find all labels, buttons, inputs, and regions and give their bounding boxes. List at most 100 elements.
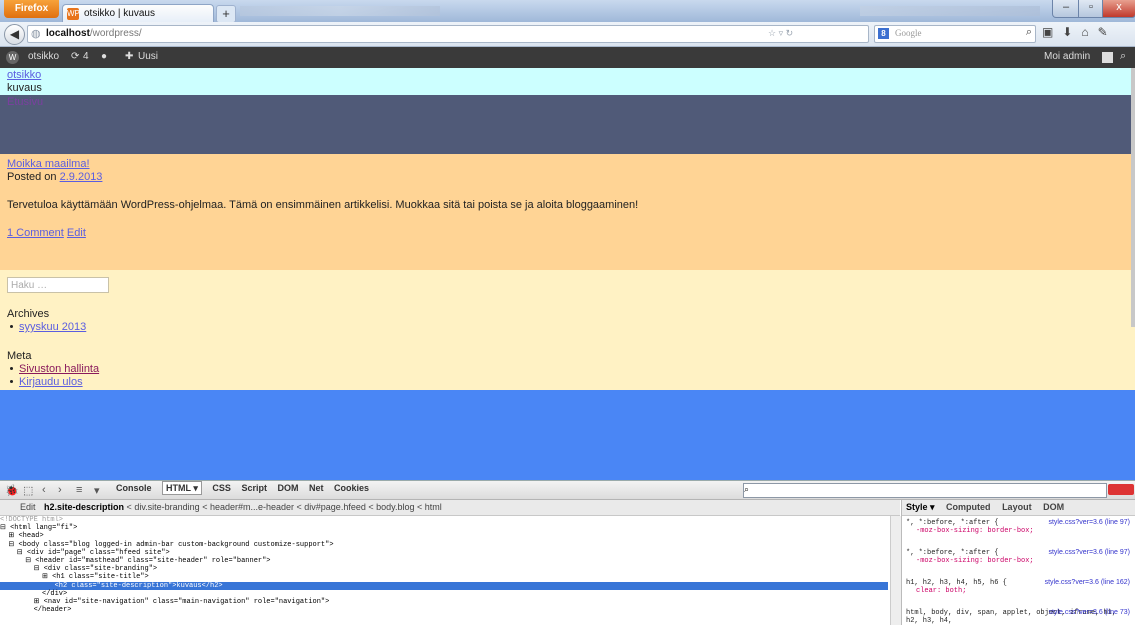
search-input[interactable]: Haku … [7, 277, 109, 293]
tab-dom-side[interactable]: DOM [1043, 502, 1064, 512]
tab-net[interactable]: Net [309, 483, 324, 493]
html-tree-line[interactable]: ⊟ <body class="blog logged-in admin-bar … [0, 541, 890, 549]
bookmark-star-icon[interactable]: ☆ ▿ ↻ [768, 28, 793, 39]
nav-item-etusivu[interactable]: Etusivu [7, 96, 43, 108]
firebug-search-input[interactable]: ⌕ [743, 483, 1107, 498]
toolbar-icons[interactable]: ▣⬇⌂✎ [1042, 25, 1117, 39]
html-tree-line[interactable]: ⊟ <div class="site-branding"> [0, 565, 890, 573]
breadcrumb-item[interactable]: header#m...e-header [210, 502, 294, 512]
css-rule[interactable]: *, *:before, *:after { -moz-box-sizing: … [902, 546, 1135, 576]
wordpress-favicon-icon: WP [67, 8, 80, 20]
search-icon[interactable]: ⌕ [1026, 26, 1032, 39]
html-tree-line[interactable]: ⊞ <nav id="site-navigation" class="main-… [0, 598, 890, 606]
html-tree-line-selected[interactable]: <h2 class="site-description">kuvaus</h2> [0, 581, 888, 590]
site-footer [0, 390, 1135, 480]
breadcrumb-item[interactable]: div#page.hfeed [304, 502, 366, 512]
url-path: /wordpress/ [89, 28, 142, 39]
minimize-button[interactable]: – [1052, 0, 1080, 18]
breadcrumb-item[interactable]: div.site-branding [134, 502, 199, 512]
comments-link[interactable]: 1 Comment [7, 227, 64, 239]
html-tree-line[interactable]: ⊞ <h1 class="site-title"> [0, 573, 890, 581]
html-tree-line[interactable]: </div> [0, 590, 890, 598]
menu-icon[interactable]: ≡ [76, 484, 82, 496]
meta-list: Sivuston hallinta Kirjaudu ulos [10, 363, 99, 389]
breadcrumb-item[interactable]: body.blog [376, 502, 414, 512]
tab-style[interactable]: Style ▾ [906, 502, 935, 512]
tab-script[interactable]: Script [241, 483, 267, 493]
css-source-link[interactable]: style.css?ver=3.6 (line 162) [1045, 579, 1130, 587]
new-content-link[interactable]: Uusi [138, 51, 158, 62]
list-item: Sivuston hallinta [10, 363, 99, 376]
archives-heading: Archives [7, 308, 50, 320]
plus-icon[interactable]: ✚ [125, 51, 133, 62]
post-date-link[interactable]: 2.9.2013 [60, 171, 103, 183]
html-tree-line[interactable]: ⊟ <header id="masthead" class="site-head… [0, 557, 890, 565]
tab-html[interactable]: HTML ▾ [162, 481, 202, 495]
inspect-icon[interactable]: ⬚ [23, 484, 33, 497]
edit-link[interactable]: Edit [67, 227, 86, 239]
updates-count[interactable]: 4 [83, 51, 89, 62]
tab-otsikko[interactable]: WP otsikko | kuvaus [62, 4, 214, 23]
archive-link[interactable]: syyskuu 2013 [19, 321, 86, 333]
url-bar[interactable]: ◍ localhost/wordpress/ ☆ ▿ ↻ [27, 25, 869, 43]
firebug-icon[interactable]: 🐞 [5, 484, 19, 497]
forward-arrow-icon[interactable]: › [58, 484, 62, 496]
css-property[interactable]: -moz-box-sizing: border-box; [906, 557, 1132, 565]
css-rule[interactable]: *, *:before, *:after { -moz-box-sizing: … [902, 516, 1135, 546]
css-rule[interactable]: h1, h2, h3, h4, h5, h6 { clear: both; st… [902, 576, 1135, 606]
tab-layout[interactable]: Layout [1002, 502, 1032, 512]
css-source-link[interactable]: style.css?ver=3.6 (line 97) [1048, 549, 1130, 557]
wordpress-logo-icon[interactable]: W [6, 51, 19, 64]
comments-icon[interactable]: ● [101, 51, 107, 62]
blurred-toolbar-area [240, 6, 440, 16]
css-source-link[interactable]: style.css?ver=3.6 (line 97) [1048, 519, 1130, 527]
url-host: localhost [46, 28, 90, 39]
list-item: syyskuu 2013 [10, 321, 86, 334]
dashboard-link[interactable]: Sivuston hallinta [19, 363, 99, 375]
html-tree-scrollbar[interactable] [890, 516, 901, 625]
post-title-link[interactable]: Moikka maailma! [7, 158, 90, 170]
firefox-menu-button[interactable]: Firefox [4, 0, 59, 18]
dropdown-icon[interactable]: ▾ [94, 484, 100, 497]
maximize-button[interactable]: ▫ [1078, 0, 1104, 18]
tab-title: otsikko | kuvaus [84, 8, 155, 19]
html-tree-line[interactable]: <!DOCTYPE html> [0, 516, 890, 524]
html-tree-line[interactable]: </header> [0, 606, 890, 614]
search-bar[interactable]: 8 Google ⌕ [874, 25, 1036, 43]
avatar[interactable] [1102, 52, 1113, 63]
list-item: Kirjaudu ulos [10, 376, 99, 389]
back-button[interactable]: ◀ [4, 24, 25, 45]
css-source-link[interactable]: style.css?ver=3.6 (line 73) [1048, 609, 1130, 617]
tab-computed[interactable]: Computed [946, 502, 991, 512]
post-meta: Posted on 2.9.2013 [7, 171, 102, 183]
tab-console[interactable]: Console [116, 483, 152, 493]
back-arrow-icon[interactable]: ‹ [42, 484, 46, 496]
tab-dom[interactable]: DOM [277, 483, 298, 493]
close-window-button[interactable]: x [1102, 0, 1135, 18]
tab-css[interactable]: CSS [212, 483, 231, 493]
page-scrollbar[interactable] [1131, 68, 1135, 327]
wp-admin-bar: W otsikko ⟳ 4 ● ✚ Uusi Moi admin ⌕ [0, 47, 1135, 68]
admin-bar-site-name[interactable]: otsikko [28, 51, 59, 62]
tab-cookies[interactable]: Cookies [334, 483, 369, 493]
html-tree-line[interactable]: ⊟ <div id="page" class="hfeed site"> [0, 549, 890, 557]
admin-search-icon[interactable]: ⌕ [1120, 50, 1126, 63]
new-tab-button[interactable]: + [216, 5, 236, 23]
breadcrumb-item[interactable]: h2.site-description [44, 502, 124, 512]
edit-button[interactable]: Edit [0, 502, 42, 512]
logout-link[interactable]: Kirjaudu ulos [19, 376, 83, 388]
css-property[interactable]: -moz-box-sizing: border-box; [906, 527, 1132, 535]
updates-icon[interactable]: ⟳ [71, 51, 79, 62]
html-tree-line[interactable]: ⊟ <html lang="fi"> [0, 524, 890, 532]
admin-greeting[interactable]: Moi admin [1044, 51, 1090, 62]
site-title-link[interactable]: otsikko [7, 69, 41, 81]
css-rule[interactable]: html, body, div, span, applet, object, i… [902, 606, 1135, 636]
posted-on-label: Posted on [7, 171, 57, 183]
breadcrumb-item[interactable]: html [425, 502, 442, 512]
site-navigation: Etusivu [0, 95, 1135, 154]
entry-footer: 1 Comment Edit [7, 227, 86, 239]
firebug-close-buttons[interactable] [1108, 484, 1134, 495]
css-property[interactable]: clear: both; [906, 587, 1132, 595]
html-tree-line[interactable]: ⊞ <head> [0, 532, 890, 540]
meta-heading: Meta [7, 350, 32, 362]
